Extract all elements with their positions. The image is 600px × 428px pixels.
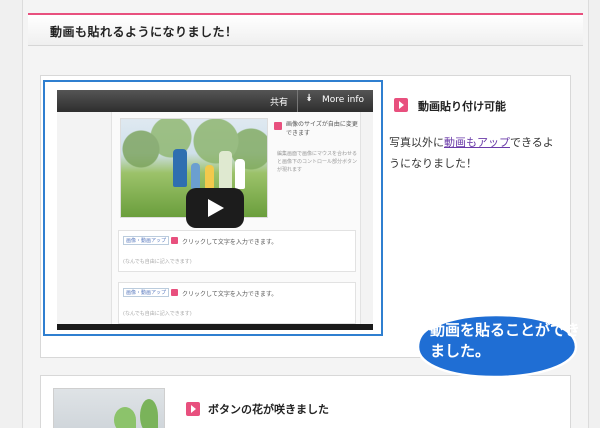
- person-figure: [191, 163, 200, 189]
- divider: [297, 90, 298, 112]
- block-subtext: (なんでも自由に記入できます): [123, 311, 192, 317]
- video-upload-link[interactable]: 動画もアップ: [444, 136, 510, 149]
- block-subtext: (なんでも自由に記入できます): [123, 259, 192, 265]
- feature-description: 写真以外に動画もアップできるようになりました！: [389, 132, 559, 174]
- video-top-bar: 共有 ⯯ More info: [57, 90, 373, 112]
- leaf-shape: [140, 399, 158, 428]
- pink-tag-icon: [171, 237, 178, 244]
- person-figure: [173, 149, 187, 187]
- leaf-shape: [114, 407, 136, 428]
- share-button[interactable]: 共有: [270, 95, 288, 108]
- more-info-button[interactable]: More info: [322, 95, 364, 105]
- arrow-right-icon: [186, 402, 200, 416]
- feature-title-2: ボタンの花が咲きました: [208, 403, 329, 416]
- block-tag: 画像・動画アップ: [123, 288, 170, 297]
- description-text: 写真以外に: [389, 136, 444, 149]
- person-figure: [219, 151, 232, 189]
- side-text: 編集画面で画像にマウスを合わせると画像下のコントロール部分ボタンが現れます: [277, 151, 358, 173]
- feature-title: 動画貼り付け可能: [418, 100, 506, 113]
- arrow-right-icon: [394, 98, 408, 112]
- section-title: 動画も貼れるようになりました！: [50, 25, 238, 39]
- embedded-video-player[interactable]: 共有 ⯯ More info 画像のサイズが自由に変更できます 編集画面で画像に…: [57, 90, 373, 330]
- person-figure: [235, 159, 245, 189]
- content-block: 画像・動画アップ クリックして文字を入力できます。 (なんでも自由に記入できます…: [118, 230, 356, 272]
- pink-tag-icon: [171, 289, 178, 296]
- section-header: 動画も貼れるようになりました！: [28, 13, 583, 46]
- block-text: クリックして文字を入力できます。: [182, 291, 278, 298]
- person-figure: [205, 165, 214, 189]
- pink-tag-icon: [274, 122, 282, 130]
- block-tag: 画像・動画アップ: [123, 236, 170, 245]
- callout-text: 動画を貼ることができました。: [430, 321, 581, 360]
- side-heading: 画像のサイズが自由に変更できます: [286, 121, 358, 137]
- chevron-down-icon[interactable]: ⯯: [306, 93, 312, 104]
- play-button-icon[interactable]: [186, 188, 244, 228]
- thumbnail-image: [53, 388, 165, 428]
- block-text: クリックして文字を入力できます。: [182, 239, 278, 246]
- video-bottom-bar: [57, 324, 373, 330]
- content-block: 画像・動画アップ クリックして文字を入力できます。 (なんでも自由に記入できます…: [118, 282, 356, 324]
